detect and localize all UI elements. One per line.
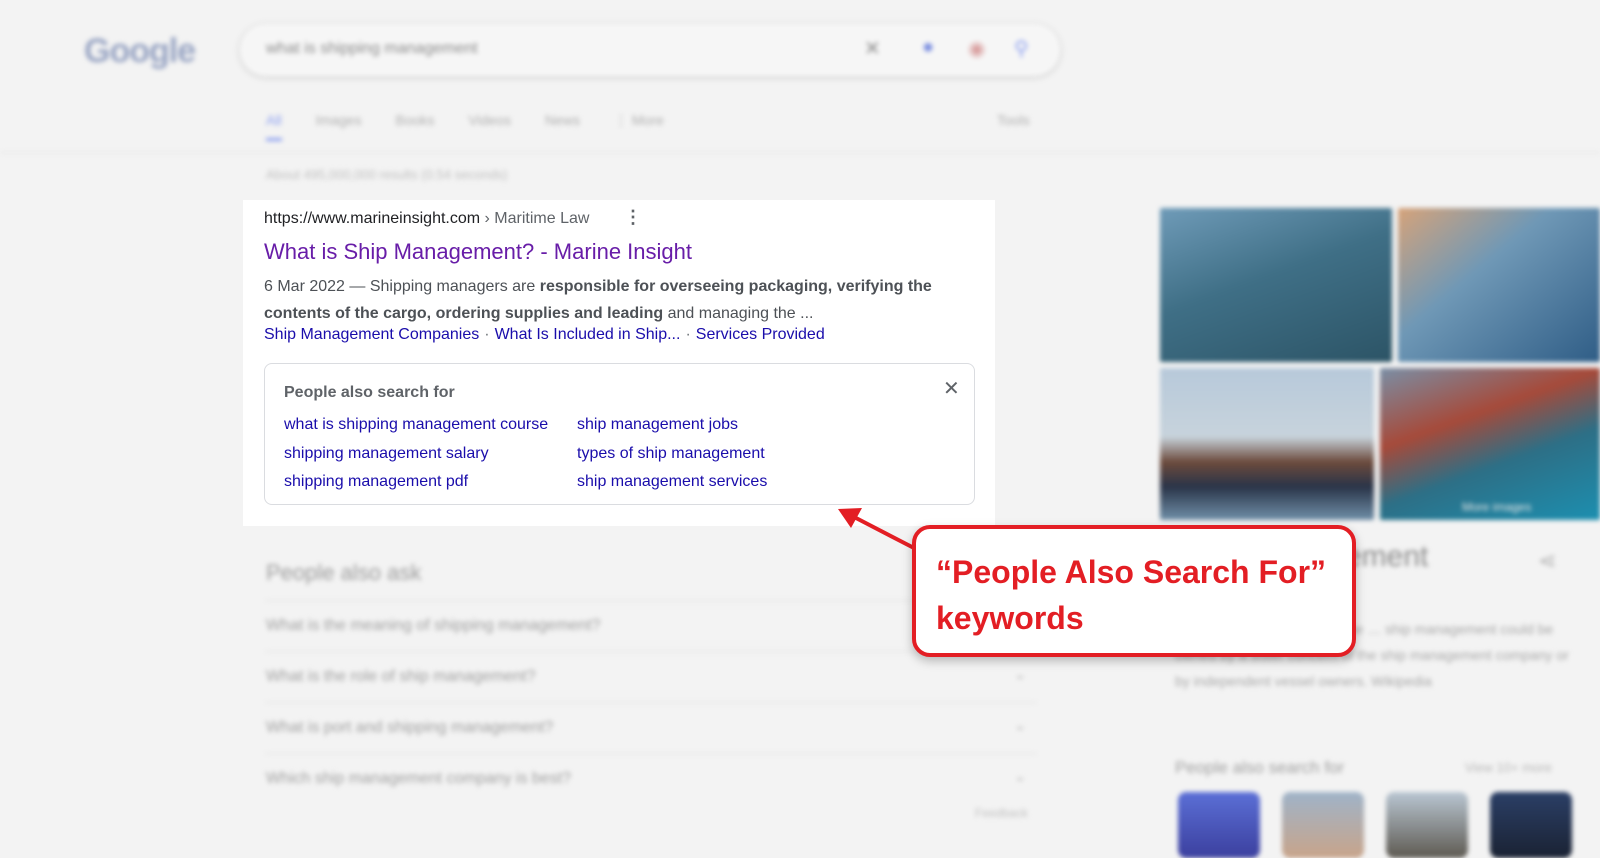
- arrow-shaft: [854, 516, 916, 550]
- annotation-callout: “People Also Search For” keywords: [912, 525, 1356, 657]
- callout-text: “People Also Search For” keywords: [936, 554, 1327, 636]
- annotation-arrow: [838, 508, 916, 550]
